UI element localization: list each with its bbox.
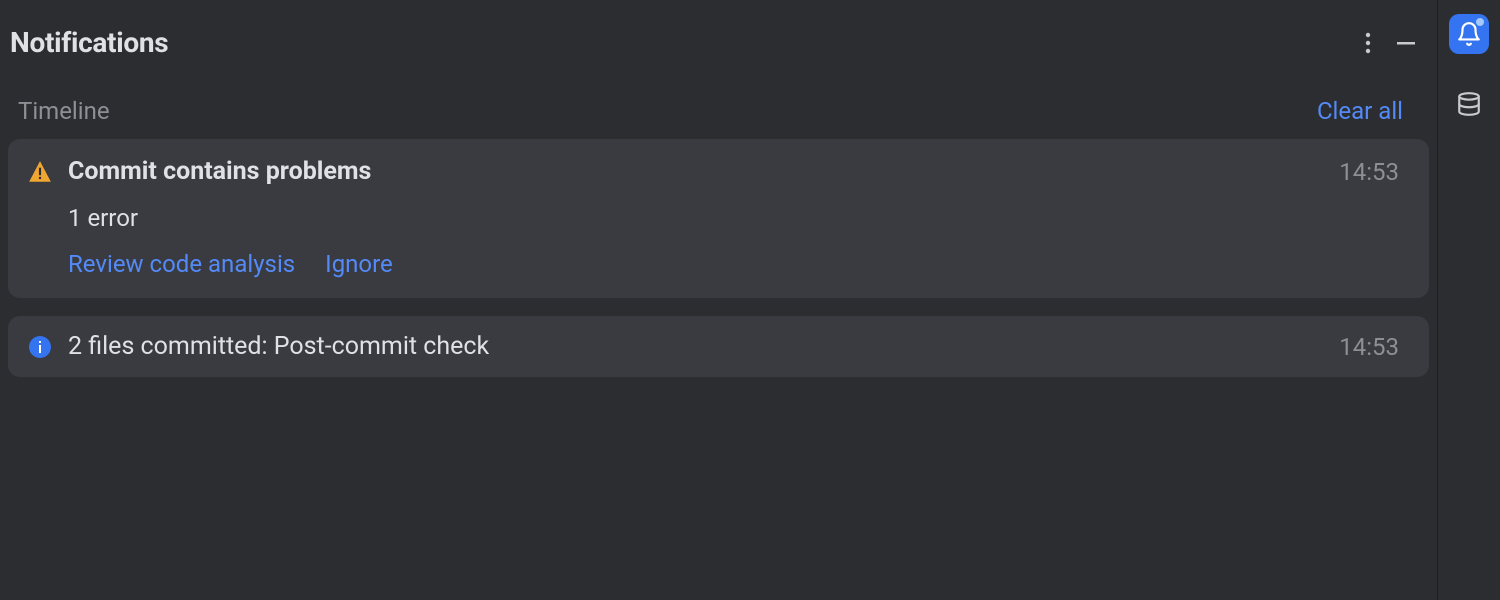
notification-list: Commit contains problems 14:53 1 error R… [0,139,1437,377]
notification-actions: Review code analysis Ignore [26,250,1399,278]
notifications-panel: Notifications Timeline Clear al [0,0,1438,600]
notification-card[interactable]: Commit contains problems 14:53 1 error R… [8,139,1429,298]
info-icon [26,333,54,361]
notification-time: 14:53 [1339,333,1399,361]
right-tool-rail [1438,0,1500,600]
panel-header-actions [1365,31,1417,55]
notifications-tool-button[interactable] [1449,14,1489,54]
bell-indicator-dot [1476,18,1484,26]
database-tool-button[interactable] [1449,84,1489,124]
panel-header: Notifications [0,0,1437,67]
notification-card[interactable]: 2 files committed: Post-commit check 14:… [8,316,1429,377]
minimize-button[interactable] [1395,32,1417,54]
notification-title: 2 files committed: Post-commit check [68,332,1325,361]
timeline-label: Timeline [18,97,1317,125]
review-code-analysis-link[interactable]: Review code analysis [68,250,295,278]
panel-title: Notifications [10,26,1365,59]
ignore-link[interactable]: Ignore [325,250,393,278]
minimize-icon [1395,32,1417,54]
notification-title: Commit contains problems [68,157,1325,186]
more-vertical-icon [1365,31,1371,55]
clear-all-link[interactable]: Clear all [1317,97,1403,125]
more-options-button[interactable] [1365,31,1371,55]
notification-body: 1 error [26,204,1399,232]
notification-time: 14:53 [1339,158,1399,186]
timeline-section-header: Timeline Clear all [0,67,1437,139]
warning-icon [26,158,54,186]
database-icon [1456,91,1482,117]
